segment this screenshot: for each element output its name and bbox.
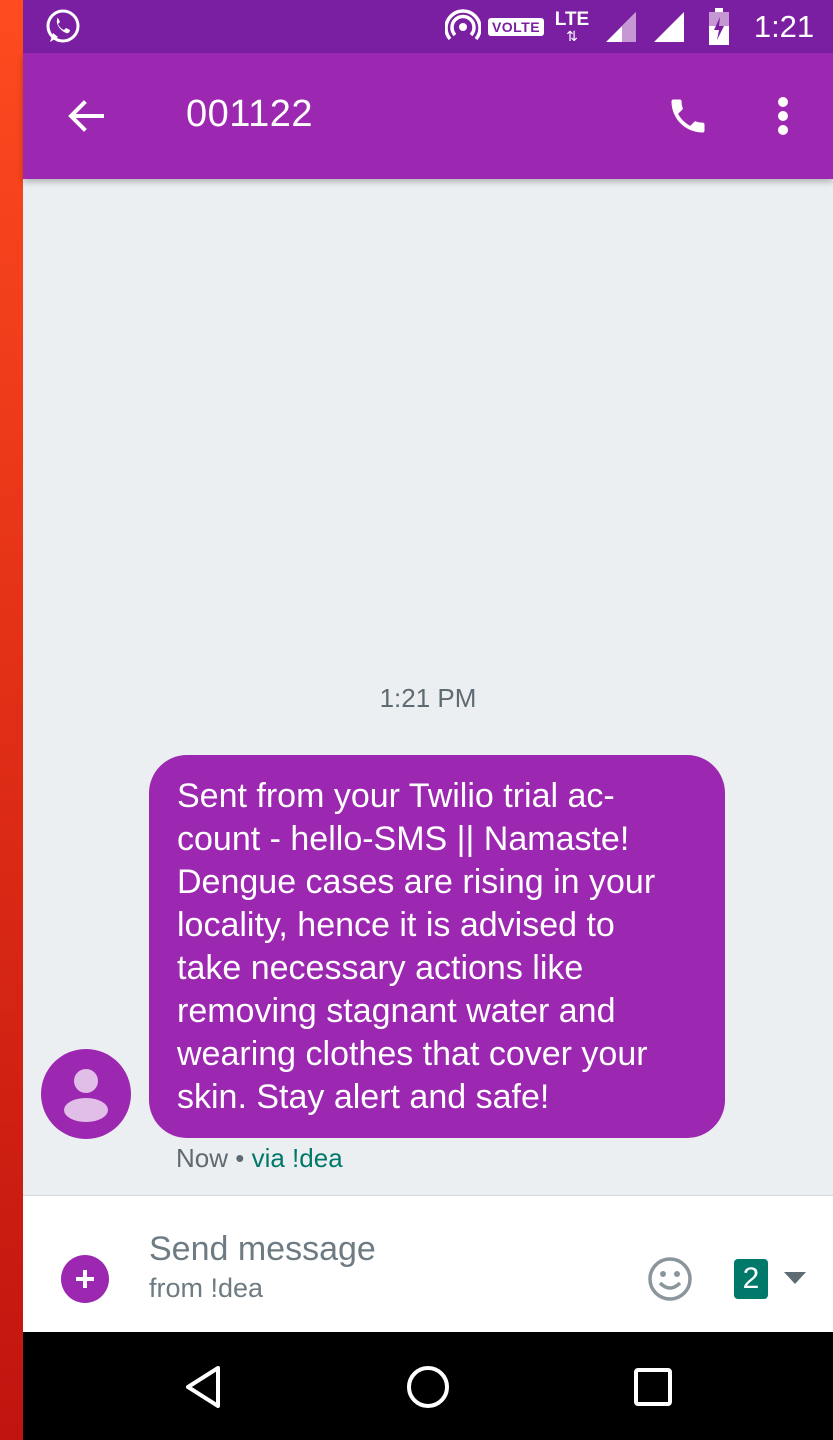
contact-avatar[interactable] [41,1049,131,1139]
message-timestamp: 1:21 PM [379,683,477,713]
message-via: via !dea [251,1143,343,1173]
square-recents-icon [634,1368,672,1406]
person-icon [64,1069,108,1122]
attach-button[interactable] [61,1255,109,1303]
back-button[interactable] [61,91,111,141]
sim-selector[interactable]: 2 [734,1259,768,1299]
overflow-menu-button[interactable] [763,91,803,141]
signal-icon-sim2 [649,0,689,53]
messaging-app: VOLTE LTE ⇅ 1:21 001122 1:21 PM Sent fro… [23,0,833,1440]
hotspot-icon [443,0,483,53]
message-list[interactable]: 1:21 PM Sent from your Twilio trial ac- … [23,179,833,1195]
compose-bar: Send message from !dea 2 [23,1195,833,1333]
app-toolbar: 001122 [23,53,833,179]
circle-home-icon [407,1366,449,1408]
message-bubble[interactable]: Sent from your Twilio trial ac- count - … [149,755,725,1138]
phone-icon [671,99,705,133]
compose-sim-label: from !dea [149,1273,264,1303]
nav-back-button[interactable] [173,1362,233,1412]
meta-separator: • [235,1143,245,1173]
lte-indicator: LTE ⇅ [554,9,590,44]
triangle-back-icon [186,1366,220,1408]
nav-recents-button[interactable] [625,1362,681,1412]
emoji-button[interactable] [645,1254,695,1304]
arrow-back-icon [68,100,104,132]
emoji-icon [648,1257,692,1301]
left-edge-strip [0,0,23,1440]
plus-icon [76,1270,94,1288]
status-clock: 1:21 [753,8,815,44]
signal-icon [601,0,641,53]
conversation-title: 001122 [186,93,313,135]
nav-home-button[interactable] [398,1360,458,1414]
more-vert-icon [778,97,788,135]
message-text: Sent from your Twilio trial ac- count - … [177,777,656,1116]
volte-badge: VOLTE [487,0,545,53]
status-bar: VOLTE LTE ⇅ 1:21 [23,0,833,53]
navigation-bar [23,1332,833,1440]
chevron-down-icon[interactable] [781,1268,809,1288]
message-input[interactable]: Send message [149,1230,376,1269]
message-time: Now [176,1143,229,1173]
whatsapp-notification-icon [43,0,83,53]
battery-charging-icon [704,0,734,53]
message-meta: Now • via !dea [176,1143,343,1174]
call-button[interactable] [663,91,713,141]
